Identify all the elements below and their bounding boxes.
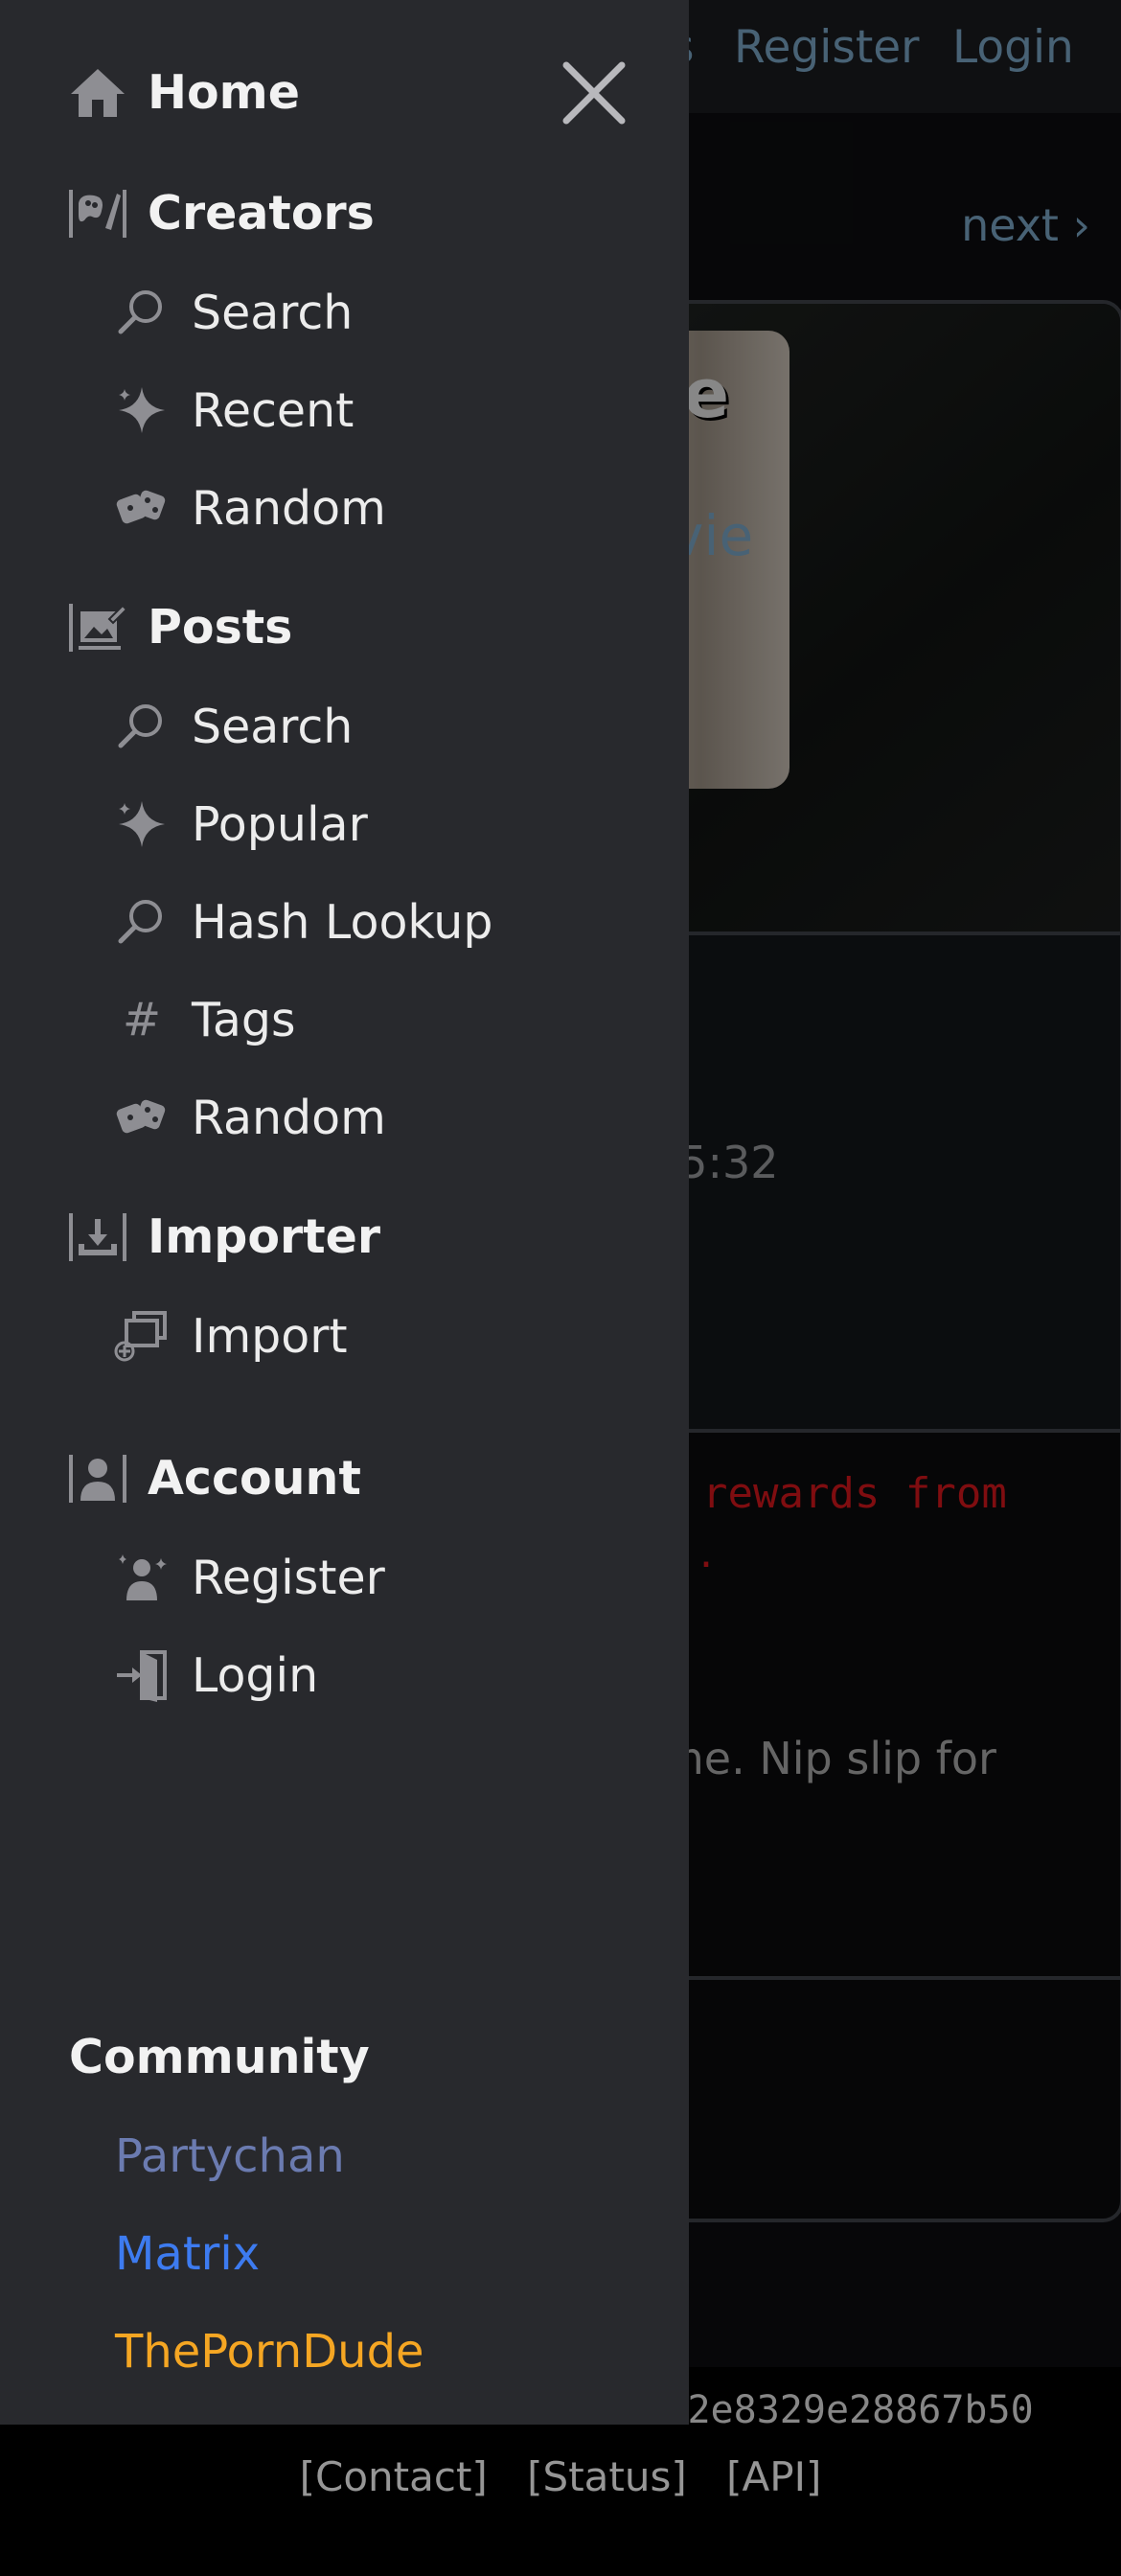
search-icon: [118, 900, 162, 944]
community-link-matrix[interactable]: Matrix: [115, 2227, 260, 2281]
nav-section-importer: Importer: [67, 1206, 380, 1267]
nav-creators-recent[interactable]: Recent: [113, 381, 354, 439]
download-tray-icon: [69, 1213, 126, 1261]
side-drawer: Home Creators Search Recent Random Posts…: [0, 0, 689, 2425]
nav-posts-tags[interactable]: # Tags: [113, 991, 296, 1048]
nav-posts-search-label: Search: [192, 699, 354, 754]
sparkle-icon: [119, 801, 165, 847]
nav-creators-search-label: Search: [192, 285, 354, 340]
nav-posts-popular[interactable]: Popular: [113, 795, 368, 853]
import-icon: [114, 1311, 167, 1362]
nav-creators-random-label: Random: [192, 480, 386, 536]
nav-posts-hash-lookup-label: Hash Lookup: [192, 894, 493, 950]
svg-text:#: #: [123, 993, 161, 1046]
nav-posts-random[interactable]: Random: [113, 1089, 386, 1146]
nav-creators-random[interactable]: Random: [113, 479, 386, 537]
user-icon: [69, 1455, 126, 1503]
community-link-partychan[interactable]: Partychan: [115, 2129, 345, 2183]
nav-posts-search[interactable]: Search: [113, 698, 353, 755]
nav-home-label: Home: [148, 64, 300, 120]
nav-account-login[interactable]: Login: [113, 1646, 318, 1704]
close-icon: [562, 61, 626, 125]
nav-account-register-label: Register: [192, 1550, 385, 1605]
image-edit-icon: [69, 604, 128, 652]
sparkle-icon: [119, 387, 165, 433]
hashtag-icon: #: [123, 993, 161, 1046]
community-heading: Community: [69, 2030, 370, 2084]
nav-home[interactable]: Home: [67, 61, 300, 123]
nav-section-posts-label: Posts: [148, 599, 293, 655]
nav-importer-import-label: Import: [192, 1308, 348, 1364]
nav-posts-random-label: Random: [192, 1090, 386, 1145]
home-icon: [71, 69, 125, 117]
nav-creators-recent-label: Recent: [192, 382, 355, 438]
community-link-theporndude[interactable]: ThePornDude: [115, 2325, 424, 2379]
search-icon: [118, 704, 162, 748]
dice-icon: [116, 490, 166, 524]
nav-posts-hash-lookup[interactable]: Hash Lookup: [113, 893, 492, 951]
nav-section-account-label: Account: [148, 1450, 361, 1506]
user-add-icon: [119, 1554, 167, 1600]
dice-icon: [116, 1099, 166, 1134]
nav-section-creators-label: Creators: [148, 185, 375, 241]
close-button[interactable]: [560, 59, 628, 126]
nav-importer-import[interactable]: Import: [113, 1307, 348, 1365]
nav-account-register[interactable]: Register: [113, 1549, 385, 1606]
nav-creators-search[interactable]: Search: [113, 284, 353, 341]
palette-icon: [69, 190, 126, 238]
search-icon: [118, 290, 162, 334]
nav-posts-popular-label: Popular: [192, 796, 368, 852]
login-icon: [117, 1650, 167, 1702]
nav-posts-tags-label: Tags: [192, 992, 296, 1047]
nav-section-account: Account: [67, 1447, 361, 1508]
nav-section-importer-label: Importer: [148, 1208, 381, 1264]
nav-section-posts: Posts: [67, 596, 292, 657]
nav-section-creators: Creators: [67, 182, 375, 243]
nav-account-login-label: Login: [192, 1647, 319, 1703]
